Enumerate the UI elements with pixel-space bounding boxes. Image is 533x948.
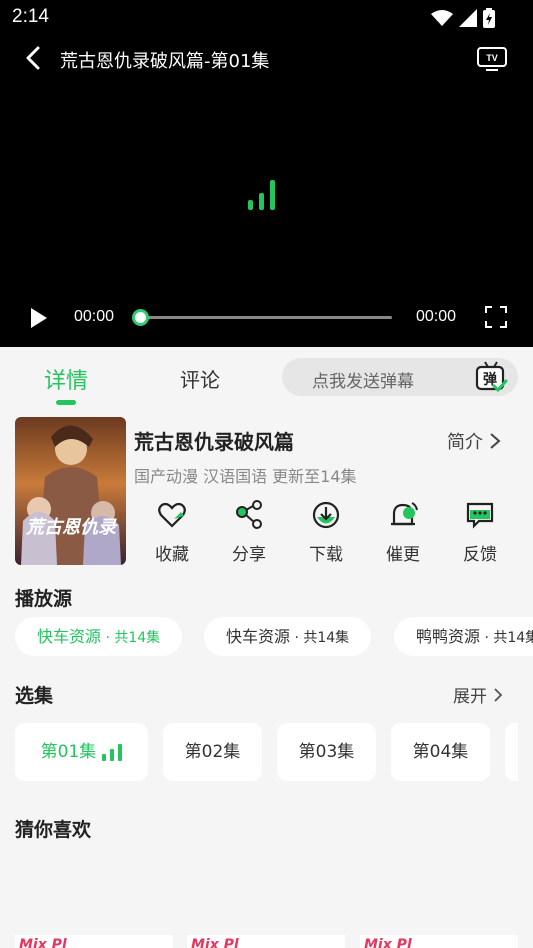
video-title: 荒古恩仇录破风篇-第01集 [60,51,270,72]
play-icon[interactable] [28,306,50,330]
source-name: 快车资源 [226,627,291,646]
progress-knob[interactable] [132,309,149,326]
share-button[interactable]: 分享 [211,500,287,565]
danmaku-input[interactable]: 点我发送弹幕 弹 [282,358,518,396]
chevron-right-icon [490,433,501,449]
episode-list: 第01集 第02集 第03集 第04集 [15,723,518,783]
now-playing-icon [102,743,123,761]
wifi-icon [431,10,453,26]
expand-episodes-button[interactable]: 展开 [453,682,503,707]
player-top-bar: 荒古恩仇录破风篇-第01集 TV [0,38,533,78]
back-arrow-icon[interactable] [20,44,48,72]
tab-comment[interactable]: 评论 [180,364,220,393]
player-controls: 00:00 00:00 [0,298,533,338]
recommend-list: Mix Pl Mix Pl Mix Pl [15,935,533,948]
tv-cast-icon[interactable]: TV [476,44,508,72]
recommend-card-text: Mix Pl [364,937,412,948]
fullscreen-icon[interactable] [484,305,508,329]
favorite-button[interactable]: 收藏 [134,500,210,565]
heart-icon [158,502,186,528]
sources-title: 播放源 [15,588,73,610]
danmaku-toggle-icon[interactable]: 弹 [474,360,508,394]
source-chip[interactable]: 快车资源 · 共14集 [204,617,372,656]
source-chip[interactable]: 快车资源 · 共14集 [15,617,183,656]
loading-indicator-icon [248,180,275,210]
action-row: 收藏 分享 下载 催更 反馈 [134,500,518,566]
urge-update-label: 催更 [386,545,420,565]
source-count: · 共14集 [484,630,533,646]
episode-label: 第03集 [298,742,355,762]
recommend-card-text: Mix Pl [191,937,239,948]
danmaku-placeholder: 点我发送弹幕 [312,372,414,392]
cover-title-text: 荒古恩仇录 [25,517,118,538]
total-time: 00:00 [416,308,457,325]
chevron-right-icon [494,687,503,702]
episode-label: 第01集 [40,742,97,762]
source-chip[interactable]: 鸭鸭资源 · 共14集 [394,617,533,656]
episode-label: 第04集 [412,742,469,762]
episode-chip[interactable]: 第04集 [391,723,490,781]
recommend-card-text: Mix Pl [19,937,67,948]
intro-button[interactable]: 简介 [447,428,501,454]
episode-chip[interactable]: 第03集 [277,723,376,781]
recommend-card[interactable]: Mix Pl [360,935,518,948]
download-icon [312,501,340,529]
show-title: 荒古恩仇录破风篇 [134,430,294,454]
episode-chip[interactable] [505,723,518,781]
intro-label: 简介 [447,432,483,453]
show-meta: 国产动漫 汉语国语 更新至14集 [134,467,357,486]
favorite-label: 收藏 [155,545,189,565]
video-player[interactable]: 2:14 荒古恩仇录破风篇-第01集 TV 00:00 00:00 [0,0,533,347]
source-list: 快车资源 · 共14集 快车资源 · 共14集 鸭鸭资源 · 共14集 [15,617,533,657]
urge-update-button[interactable]: 催更 [365,500,441,565]
bell-icon [391,502,418,526]
status-bar: 2:14 [0,0,533,36]
tab-detail[interactable]: 详情 [44,363,88,395]
current-time: 00:00 [74,308,115,325]
battery-icon [483,8,495,28]
signal-icon [459,9,477,27]
feedback-button[interactable]: 反馈 [442,500,518,565]
recommend-card[interactable]: Mix Pl [15,935,173,948]
share-icon [236,500,262,529]
status-icons [431,8,495,28]
episodes-title: 选集 [15,685,54,707]
recommend-card[interactable]: Mix Pl [187,935,345,948]
tab-indicator [56,400,76,405]
feedback-icon [466,502,494,529]
svg-text:TV: TV [486,53,498,63]
source-count: · 共14集 [101,630,161,646]
status-time: 2:14 [12,6,49,27]
share-label: 分享 [232,545,266,565]
episode-label: 第02集 [184,742,241,762]
recommend-title: 猜你喜欢 [15,819,92,841]
download-label: 下载 [309,545,343,565]
episode-chip[interactable]: 第02集 [163,723,262,781]
cover-artwork: 荒古恩仇录 [15,417,126,565]
episode-chip[interactable]: 第01集 [15,723,148,781]
source-name: 鸭鸭资源 [416,627,481,646]
feedback-label: 反馈 [463,545,497,565]
show-cover-image[interactable]: 荒古恩仇录 [15,417,126,565]
source-count: · 共14集 [290,630,350,646]
source-name: 快车资源 [37,627,102,646]
download-button[interactable]: 下载 [288,500,364,565]
expand-label: 展开 [453,687,487,707]
progress-bar[interactable] [140,316,392,319]
